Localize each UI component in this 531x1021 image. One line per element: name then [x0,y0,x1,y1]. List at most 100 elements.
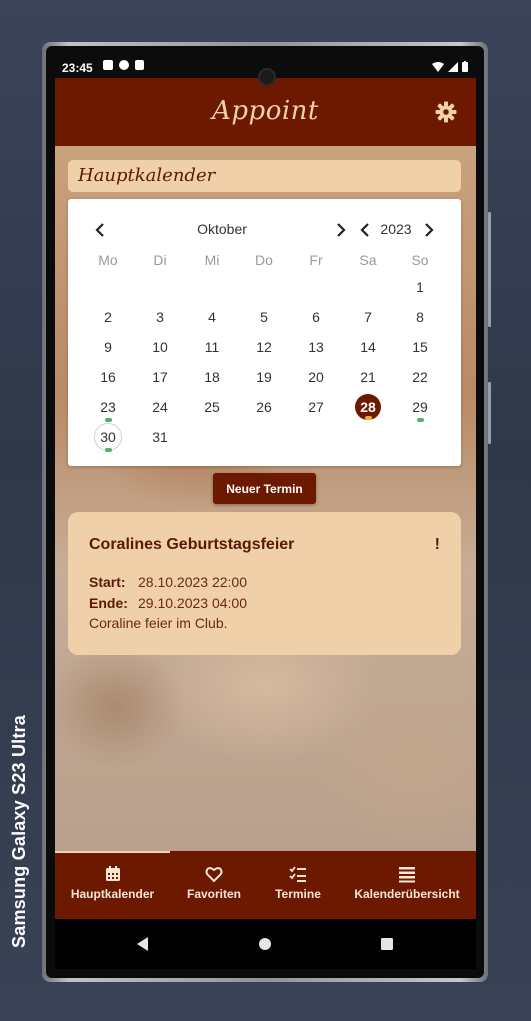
calendar-day[interactable]: 6 [290,302,342,332]
calendar-day-number: 2 [104,309,112,325]
nav-item-hauptkalender[interactable]: Hauptkalender [55,851,170,919]
volume-button [488,212,491,327]
calendar-day[interactable]: 30 [82,422,134,452]
event-description: Coraline feier im Club. [89,615,228,631]
recents-button[interactable] [377,934,397,954]
calendar-day-number: 9 [104,339,112,355]
calendar-day[interactable]: 21 [342,362,394,392]
calendar-day[interactable]: 29 [394,392,446,422]
weekday-label: Fr [309,252,323,268]
power-button [488,382,491,444]
event-start-label: Start: [89,574,126,590]
calendar-day[interactable]: 10 [134,332,186,362]
calendar-day-number: 26 [256,399,272,415]
calendar-day-number: 11 [204,339,220,355]
calendar-day[interactable]: 15 [394,332,446,362]
weekday-label: Sa [359,252,377,268]
weekday-label: Di [153,252,167,268]
calendar-day-number: 16 [100,369,116,385]
calendar-icon [105,866,120,881]
new-appointment-button[interactable]: Neuer Termin [213,473,316,504]
calendar-day[interactable]: 1 [394,272,446,302]
gear-icon [435,101,457,123]
system-navigation-bar [55,919,476,969]
checklist-icon [289,866,306,882]
calendar-day-number: 27 [308,399,324,415]
home-circle-icon [259,938,271,950]
calendar-day[interactable]: 13 [290,332,342,362]
settings-button[interactable] [434,100,458,124]
event-card[interactable]: Coralines Geburtstagsfeier ! Start: 28.10… [68,512,461,655]
app-title: Appoint [212,96,319,126]
calendar-day-number: 6 [312,309,320,325]
event-indicator-dot [417,418,424,422]
calendar-day[interactable]: 7 [342,302,394,332]
event-end-label: Ende: [89,595,128,611]
notification-icons [103,60,144,70]
calendar-day[interactable]: 18 [186,362,238,392]
event-end-value: 29.10.2023 04:00 [138,595,247,611]
calendar-day[interactable]: 31 [134,422,186,452]
calendar-day[interactable]: 20 [290,362,342,392]
list-icon [399,867,415,883]
calendar-day-number: 12 [256,339,272,355]
home-button[interactable] [255,934,275,954]
weekday-label: Mi [204,252,220,268]
year-label: 2023 [380,221,412,237]
calendar-day[interactable]: 24 [134,392,186,422]
battery-icon [462,61,468,72]
priority-flag: ! [434,536,440,553]
calendar-section-header: Hauptkalender [68,160,461,192]
calendar-day[interactable]: 5 [238,302,290,332]
calendar-day[interactable]: 28 [342,392,394,422]
calendar-day[interactable]: 9 [82,332,134,362]
month-label: Oktober [197,221,247,237]
nav-label: Favoriten [186,887,241,901]
calendar-day[interactable]: 3 [134,302,186,332]
calendar-day[interactable]: 26 [238,392,290,422]
month-calendar: Oktober 2023 Mo Di Mi Do Fr Sa So 123456… [68,199,461,466]
next-month-button[interactable] [334,222,348,238]
signal-icon [448,61,458,72]
calendar-day[interactable]: 27 [290,392,342,422]
calendar-day[interactable]: 22 [394,362,446,392]
back-triangle-icon [137,937,148,951]
calendar-day-number: 23 [100,399,116,415]
notification-a-icon [103,60,113,70]
nav-label: Kalenderübersicht [354,887,460,901]
next-year-button[interactable] [422,222,436,238]
calendar-day-number: 4 [208,309,216,325]
nav-label: Hauptkalender [70,887,155,901]
calendar-day[interactable]: 25 [186,392,238,422]
prev-year-button[interactable] [358,222,372,238]
calendar-day[interactable]: 19 [238,362,290,392]
screen: 23:45 Appoint Hauptkalender Oktober 2023… [55,56,476,969]
nav-item-termine[interactable]: Termine [258,851,338,919]
nav-item-favoriten[interactable]: Favoriten [170,851,258,919]
event-title: Coralines Geburtstagsfeier [89,536,295,553]
bottom-navigation: Hauptkalender Favoriten Termine Kalender… [55,851,476,919]
calendar-day[interactable]: 23 [82,392,134,422]
calendar-day[interactable]: 12 [238,332,290,362]
calendar-day[interactable]: 16 [82,362,134,392]
prev-month-button[interactable] [93,222,107,238]
nav-label: Termine [275,887,321,901]
back-button[interactable] [133,934,153,954]
calendar-day-number: 3 [156,309,164,325]
chevron-left-icon [360,223,369,237]
calendar-day[interactable]: 4 [186,302,238,332]
calendar-day[interactable]: 14 [342,332,394,362]
calendar-day-number: 15 [412,339,428,355]
nav-item-kalenderuebersicht[interactable]: Kalenderübersicht [338,851,476,919]
weekday-label: So [411,252,429,268]
calendar-day[interactable]: 11 [186,332,238,362]
calendar-day[interactable]: 8 [394,302,446,332]
calendar-day-number: 24 [152,399,168,415]
calendar-day-number: 8 [416,309,424,325]
calendar-day[interactable]: 2 [82,302,134,332]
calendar-day[interactable]: 17 [134,362,186,392]
calendar-day-number: 1 [416,279,424,295]
system-status-icons [432,61,468,72]
recents-square-icon [381,938,393,950]
app-bar: Appoint [55,78,476,146]
